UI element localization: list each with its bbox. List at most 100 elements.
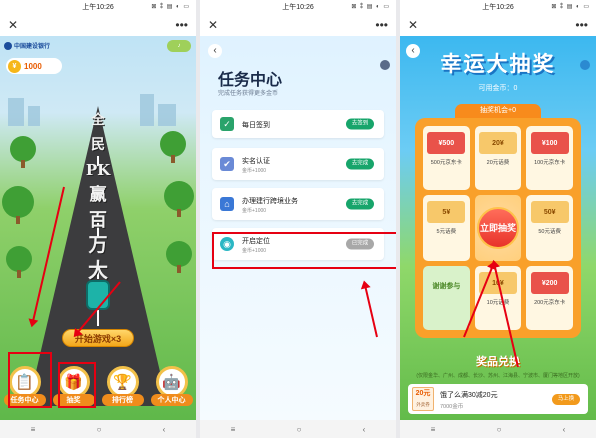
- menu-nav-icon[interactable]: ≡: [231, 425, 236, 434]
- back-button[interactable]: ‹: [208, 44, 222, 58]
- slogan-char: 万: [88, 234, 108, 256]
- task-name: 每日签到: [242, 122, 270, 129]
- back-nav-icon[interactable]: ‹: [363, 425, 366, 434]
- prize-cell: 5¥ 5元话费: [423, 195, 470, 261]
- card-icon: ¥100: [530, 132, 569, 154]
- verify-icon: ✔: [220, 157, 234, 171]
- status-icons: ⊠ ⁑ ▤ ◐ ▭: [551, 4, 590, 10]
- status-bar: 上午10:26 ⊠ ⁑ ▤ ◐ ▭: [400, 0, 596, 14]
- task-name: 办理建行跨境业务: [242, 198, 298, 205]
- phone-screen-game: 上午10:26 ⊠ ⁑ ▤ ◐ ▭ ✕ ••• 中国建设银行 ♪ ¥ 1000 …: [0, 0, 196, 438]
- prize-label: 5元话费: [436, 229, 457, 235]
- music-toggle-icon[interactable]: ♪: [167, 40, 191, 52]
- phone-credit-icon: 20¥: [478, 132, 517, 154]
- lottery-content: ‹ 幸运大抽奖 可用金币：0 抽奖机会+0 ¥500 500元京东卡 20¥ 2…: [400, 36, 596, 420]
- back-nav-icon[interactable]: ‹: [563, 425, 566, 434]
- exchange-subtitle: (仅限金华、广州、成都、长沙、苏州、江海县、宁波市、厦门等地区开放): [416, 373, 580, 379]
- home-nav-icon[interactable]: ○: [97, 425, 102, 434]
- phone-screen-tasks: 上午10:26 ⊠ ⁑ ▤ ◐ ▭ ✕ ••• ‹ 任务中心 完成任务获得更多金…: [200, 0, 396, 438]
- highlight-box: [212, 232, 396, 269]
- task-card: ⌂ 办理建行跨境业务 金币+1000 去完成: [212, 188, 384, 220]
- system-nav-bar: ≡ ○ ‹: [200, 420, 396, 438]
- task-reward: 金币+1000: [242, 168, 267, 174]
- task-action-button[interactable]: 去完成: [346, 198, 374, 210]
- status-time: 上午10:26: [82, 4, 114, 11]
- status-time: 上午10:26: [482, 4, 514, 11]
- prize-label: 50元话费: [538, 229, 561, 235]
- status-bar: 上午10:26 ⊠ ⁑ ▤ ◐ ▭: [0, 0, 196, 14]
- checkin-icon: ✓: [220, 117, 234, 131]
- menu-label: 个人中心: [150, 394, 193, 406]
- system-nav-bar: ≡ ○ ‹: [0, 420, 196, 438]
- red-arrow: [363, 282, 378, 338]
- page-title: 任务中心: [218, 72, 283, 89]
- coin-balance: ¥ 1000: [6, 58, 62, 74]
- phone-screen-lottery: 上午10:26 ⊠ ⁑ ▤ ◐ ▭ ✕ ••• ‹ 幸运大抽奖 可用金币：0 抽…: [400, 0, 596, 438]
- slogan-char: 全: [91, 113, 105, 128]
- draw-chances: 抽奖机会+0: [455, 104, 541, 118]
- status-icons: ⊠ ⁑ ▤ ◐ ▭: [151, 4, 190, 10]
- exchange-item-title: 饿了么满30减20元: [440, 392, 498, 399]
- task-card: ✔ 实名认证 金币+1000 去完成: [212, 148, 384, 180]
- prize-cell: ¥200 200元京东卡: [526, 266, 573, 330]
- prize-cell: ¥500 500元京东卡: [423, 126, 470, 190]
- prize-grid: ¥500 500元京东卡 20¥ 20元话费 ¥100 100元京东卡 5¥ 5…: [415, 118, 581, 338]
- menu-nav-icon[interactable]: ≡: [431, 425, 436, 434]
- share-icon[interactable]: [380, 60, 390, 70]
- coupon-type: 外卖券: [416, 402, 430, 407]
- menu-item-leaderboard[interactable]: 🏆 排行榜: [101, 366, 144, 406]
- more-icon[interactable]: •••: [375, 18, 388, 32]
- draw-now-button[interactable]: 立即抽奖: [476, 207, 519, 249]
- bank-logo: 中国建设银行: [4, 41, 50, 50]
- exchange-item-cost: 7000金币: [440, 404, 464, 410]
- close-icon[interactable]: ✕: [208, 18, 218, 32]
- slogan-char: 赢: [89, 185, 107, 205]
- draw-cell: 立即抽奖: [474, 195, 522, 261]
- exchange-button[interactable]: 马上换: [552, 394, 580, 405]
- highlight-box: [58, 362, 96, 408]
- task-action-button[interactable]: 去完成: [346, 158, 374, 170]
- task-center-content: ‹ 任务中心 完成任务获得更多金币 ✓ 每日签到 去签到 ✔ 实名认证 金币+1…: [200, 36, 396, 420]
- phone-credit-icon: 5¥: [427, 201, 466, 223]
- prize-label: 500元京东卡: [430, 160, 462, 166]
- menu-nav-icon[interactable]: ≡: [31, 425, 36, 434]
- highlight-box: [8, 352, 52, 408]
- slogan-char: 民: [91, 137, 105, 153]
- home-nav-icon[interactable]: ○: [497, 425, 502, 434]
- more-icon[interactable]: •••: [175, 18, 188, 32]
- bank-name: 中国建设银行: [14, 44, 51, 50]
- top-bar: ✕ •••: [200, 14, 396, 36]
- slogan-char: 百: [89, 210, 107, 231]
- close-icon[interactable]: ✕: [8, 18, 18, 32]
- menu-label: 排行榜: [101, 394, 144, 406]
- task-action-button[interactable]: 去签到: [346, 118, 374, 130]
- back-nav-icon[interactable]: ‹: [163, 425, 166, 434]
- prize-cell-thanks: 谢谢参与: [423, 266, 470, 330]
- prize-cell: 50¥ 50元话费: [526, 195, 573, 261]
- close-icon[interactable]: ✕: [408, 18, 418, 32]
- game-slogan: 全 民 PK 赢 百 万 大 礼: [68, 108, 128, 308]
- game-content: 中国建设银行 ♪ ¥ 1000 全 民 PK 赢 百 万 大 礼: [0, 36, 196, 420]
- coin-value: 1000: [24, 61, 42, 71]
- card-icon: ¥500: [427, 132, 466, 154]
- task-reward: 金币+1000: [242, 208, 267, 214]
- menu-item-profile[interactable]: 🤖 个人中心: [150, 366, 193, 406]
- exchange-item-card: 20元 外卖券 饿了么满30减20元 7000金币 马上换: [408, 384, 588, 414]
- prize-label: 20元话费: [486, 160, 510, 166]
- prize-label: 200元京东卡: [534, 300, 566, 306]
- top-bar: ✕ •••: [400, 14, 596, 36]
- page-title: 幸运大抽奖: [440, 53, 556, 76]
- task-name: 实名认证: [242, 158, 270, 165]
- prize-cell: 20¥ 20元话费: [474, 126, 522, 190]
- coin-icon: ¥: [8, 59, 21, 73]
- phone-credit-icon: 50¥: [530, 201, 569, 223]
- card-icon: ¥200: [530, 272, 569, 294]
- coupon-icon: 20元 外卖券: [412, 387, 434, 411]
- thanks-label: 谢谢参与: [432, 283, 461, 290]
- prize-cell: ¥100 100元京东卡: [526, 126, 573, 190]
- system-nav-bar: ≡ ○ ‹: [400, 420, 596, 438]
- prize-label: 10元话费: [486, 300, 510, 306]
- more-icon[interactable]: •••: [575, 18, 588, 32]
- available-coins: 可用金币：0: [478, 85, 518, 92]
- home-nav-icon[interactable]: ○: [297, 425, 302, 434]
